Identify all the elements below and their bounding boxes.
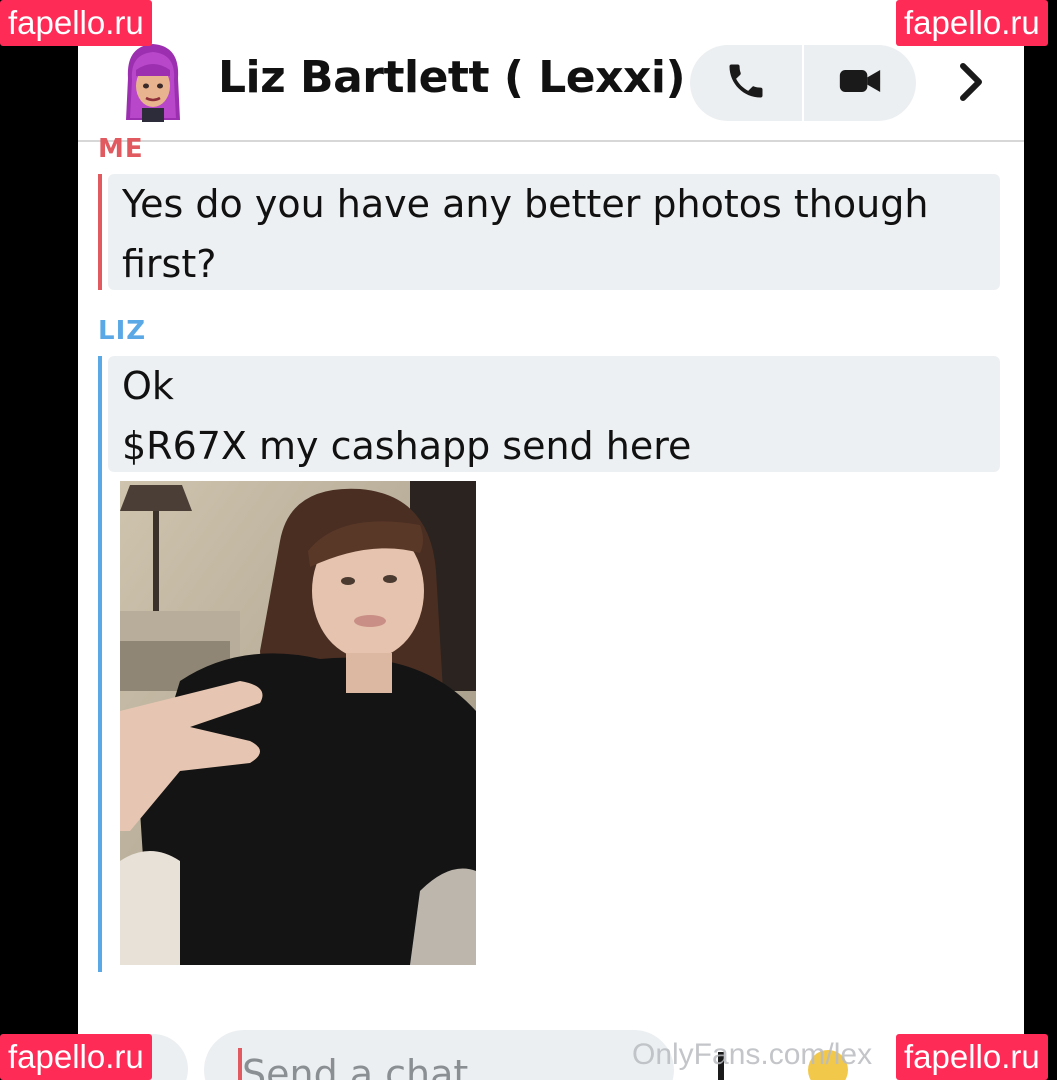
message-line: first? [122, 242, 217, 286]
voice-call-button[interactable] [690, 45, 802, 121]
message-accent-bar-me [98, 174, 102, 290]
phone-icon [724, 59, 768, 107]
watermark-top-left: fapello.ru [0, 0, 152, 46]
header-divider [78, 140, 1024, 142]
chevron-right-button[interactable] [946, 58, 994, 110]
watermark-bottom-right: fapello.ru [896, 1034, 1048, 1080]
chat-header: Liz Bartlett ( Lexxi) [78, 0, 1024, 140]
video-camera-icon [836, 59, 884, 107]
contact-name[interactable]: Liz Bartlett ( Lexxi) [218, 52, 686, 103]
message-accent-bar-liz [98, 356, 102, 972]
message-bubble-me[interactable]: Yes do you have any better photos though… [108, 174, 1000, 290]
onlyfans-watermark: OnlyFans.com/lex [632, 1038, 873, 1071]
watermark-bottom-left: fapello.ru [0, 1034, 152, 1080]
message-line: Yes do you have any better photos though [122, 182, 929, 226]
video-call-button[interactable] [804, 45, 916, 121]
message-line: $R67X my cashapp send here [122, 424, 692, 468]
call-button-group [690, 45, 916, 121]
bitmoji-avatar-icon[interactable] [118, 40, 188, 124]
chat-input-placeholder: Send a chat [242, 1052, 469, 1080]
watermark-top-right: fapello.ru [896, 0, 1048, 46]
photo-attachment[interactable] [120, 481, 476, 965]
sender-label-liz: LIZ [98, 316, 147, 346]
chevron-right-icon [955, 62, 985, 106]
chat-screen: Liz Bartlett ( Lexxi) ME Yes do you have… [78, 0, 1024, 1080]
message-bubble-liz[interactable]: Ok $R67X my cashapp send here [108, 356, 1000, 472]
message-line: Ok [122, 364, 174, 408]
sender-label-me: ME [98, 134, 144, 164]
